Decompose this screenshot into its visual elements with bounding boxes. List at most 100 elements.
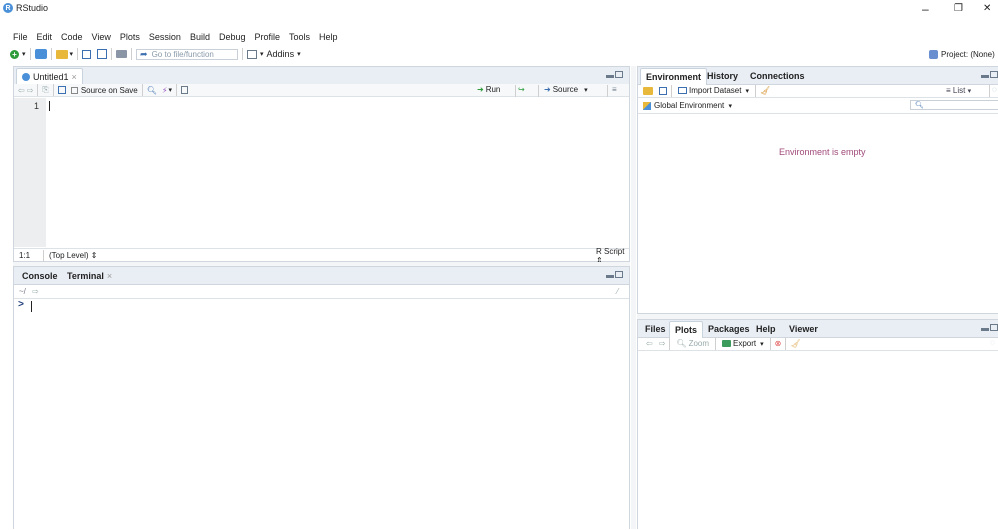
menu-build[interactable]: Build: [190, 32, 210, 42]
menu-debug[interactable]: Debug: [219, 32, 246, 42]
save-icon[interactable]: [82, 49, 92, 59]
separator: [37, 84, 39, 96]
separator: [50, 48, 52, 60]
zoom-button[interactable]: 🔍︎ Zoom: [674, 339, 711, 348]
source-toolbar: ⇦ ⇨ ⎘ Source on Save 🔍︎ ⚡︎ ▾ ➜ Run ↪ ➜ S…: [14, 84, 629, 97]
save-workspace-icon[interactable]: [659, 86, 667, 95]
menu-file[interactable]: File: [13, 32, 28, 42]
project-label: Project: (None): [941, 49, 995, 59]
console-tabbar: Console Terminal ×: [14, 267, 629, 285]
console-pane-controls[interactable]: [606, 271, 623, 278]
file-type-label: R Script: [596, 246, 625, 256]
menu-code[interactable]: Code: [61, 32, 83, 42]
previous-plot-icon[interactable]: ⇦: [646, 339, 653, 348]
tab-terminal[interactable]: Terminal ×: [62, 268, 117, 284]
import-dataset-button[interactable]: Import Dataset ▾: [676, 86, 751, 95]
menu-help[interactable]: Help: [319, 32, 338, 42]
refresh-plots-icon[interactable]: ◌: [990, 338, 995, 347]
rerun-icon[interactable]: ↪: [518, 85, 525, 94]
tab-untitled1[interactable]: Untitled1 ×: [16, 68, 83, 85]
source-button[interactable]: ➜ Source ▾: [542, 85, 590, 94]
viewer-tab-label: Viewer: [789, 324, 818, 334]
separator: [769, 337, 771, 350]
print-icon[interactable]: [116, 50, 128, 58]
export-button[interactable]: Export ▾: [720, 339, 766, 348]
tab-packages[interactable]: Packages: [703, 321, 755, 337]
scope-selector[interactable]: (Top Level) ⇕: [49, 251, 98, 260]
menu-view[interactable]: View: [92, 32, 111, 42]
console-pane: Console Terminal × ~/ ⇨ ⁄ >: [13, 266, 630, 529]
menu-plots[interactable]: Plots: [120, 32, 140, 42]
horizontal-splitter-left[interactable]: [13, 262, 630, 266]
wand-dropdown-icon[interactable]: ▾: [169, 86, 173, 94]
refresh-icon[interactable]: ◌: [992, 85, 997, 94]
tab-help[interactable]: Help: [751, 321, 781, 337]
menu-profile[interactable]: Profile: [255, 32, 281, 42]
history-tab-label: History: [707, 71, 739, 81]
separator: [176, 84, 178, 96]
remove-plot-icon[interactable]: ⊗: [775, 339, 782, 348]
new-file-dropdown-icon[interactable]: ▾: [22, 50, 26, 58]
broom-icon[interactable]: 🧹︎: [760, 86, 770, 95]
menu-tools[interactable]: Tools: [289, 32, 310, 42]
console-output[interactable]: >: [14, 299, 629, 529]
environment-toolbar: Import Dataset ▾ 🧹︎ ≡ List ▾ ◌: [638, 84, 998, 98]
tab-plots[interactable]: Plots: [669, 321, 704, 338]
files-pane-controls[interactable]: [981, 324, 998, 331]
cursor-position: 1:1: [19, 251, 31, 260]
save-file-icon[interactable]: [57, 86, 66, 94]
menu-edit[interactable]: Edit: [37, 32, 53, 42]
forward-arrow-icon[interactable]: ⇨: [27, 86, 34, 95]
document-outline-icon[interactable]: [181, 86, 189, 94]
horizontal-splitter-right[interactable]: [637, 314, 998, 319]
menu-session[interactable]: Session: [149, 32, 181, 42]
next-plot-icon[interactable]: ⇨: [659, 339, 666, 348]
close-tab-icon[interactable]: ×: [72, 72, 77, 82]
tab-environment[interactable]: Environment: [640, 68, 708, 85]
minimize-button[interactable]: –: [922, 2, 929, 16]
environment-search-input[interactable]: 🔍︎: [910, 100, 998, 110]
tab-history[interactable]: History: [702, 68, 743, 84]
plot-area: [638, 352, 998, 530]
console-tab-label: Console: [22, 271, 58, 281]
clear-plots-broom-icon[interactable]: 🧹︎: [790, 339, 800, 348]
run-button[interactable]: ➜ Run: [475, 85, 502, 94]
addins-menu[interactable]: Addins: [267, 49, 295, 59]
source-pane-controls[interactable]: [606, 71, 623, 78]
tab-connections[interactable]: Connections: [745, 68, 810, 84]
restore-button[interactable]: ❐: [954, 3, 963, 14]
vertical-splitter[interactable]: [631, 66, 636, 529]
magic-wand-icon[interactable]: ⚡︎: [162, 86, 168, 95]
line-number: 1: [34, 101, 40, 111]
environment-pane: Environment History Connections Import D…: [637, 66, 998, 314]
close-terminal-icon[interactable]: ×: [107, 271, 112, 281]
load-workspace-icon[interactable]: [643, 86, 653, 95]
save-all-icon[interactable]: [97, 49, 108, 59]
source-on-save-checkbox[interactable]: [70, 86, 78, 94]
list-view-toggle[interactable]: ≡ List ▾: [946, 86, 971, 95]
grid-icon[interactable]: [247, 49, 258, 59]
zoom-icon: 🔍︎: [676, 339, 687, 348]
tab-console[interactable]: Console: [17, 268, 63, 284]
open-dropdown-icon[interactable]: ▾: [70, 50, 74, 58]
open-file-icon[interactable]: [55, 49, 68, 59]
tab-files[interactable]: Files: [640, 321, 671, 337]
console-cursor: [31, 301, 32, 312]
list-lines-icon: ≡: [946, 86, 951, 95]
tab-viewer[interactable]: Viewer: [784, 321, 823, 337]
project-menu[interactable]: Project: (None): [929, 48, 995, 60]
environment-pane-controls[interactable]: [981, 71, 998, 78]
back-arrow-icon[interactable]: ⇦: [18, 86, 25, 95]
outline-lines-icon[interactable]: ≡: [612, 85, 617, 94]
close-button[interactable]: ✕: [983, 3, 991, 14]
code-editor[interactable]: [46, 98, 629, 247]
global-env-dropdown[interactable]: Global Environment ▾: [654, 101, 732, 110]
clear-console-icon[interactable]: ⁄: [617, 287, 618, 296]
new-project-icon[interactable]: [34, 49, 47, 59]
show-in-window-icon[interactable]: ⎘: [42, 85, 48, 95]
separator: [989, 85, 990, 97]
new-file-icon[interactable]: +: [10, 49, 19, 59]
goto-dir-icon[interactable]: ⇨: [32, 287, 39, 296]
search-icon[interactable]: 🔍︎: [147, 86, 157, 95]
goto-file-input[interactable]: ➦ Go to file/function: [136, 48, 239, 60]
